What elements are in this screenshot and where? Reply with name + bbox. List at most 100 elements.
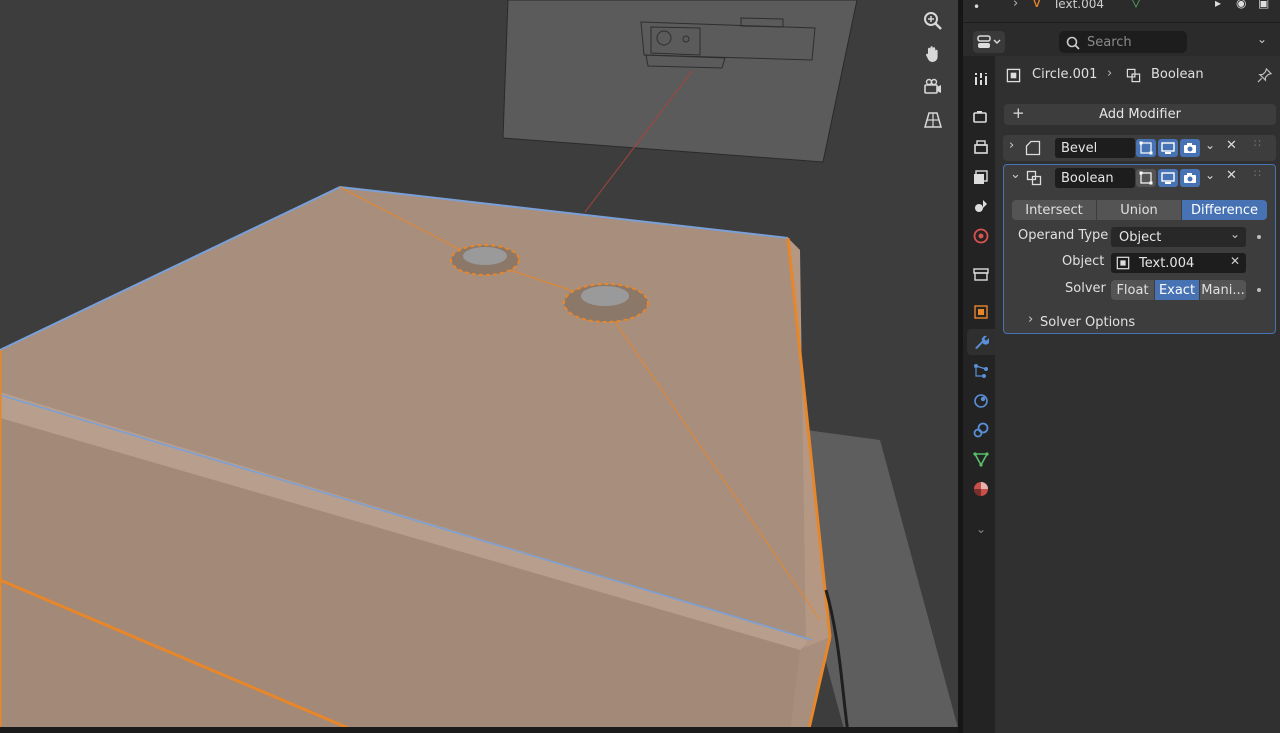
properties-editor-icon (977, 35, 1001, 48)
bullet-icon: • (973, 0, 981, 14)
solver-options-subpanel[interactable]: Solver Options (1040, 315, 1135, 330)
perspective-grid-icon[interactable] (917, 105, 949, 135)
properties-editor: • › V Text.004 ▽ ▸ ◉ ▣ Search ⌄ ⌄ Circle… (963, 0, 1280, 733)
operand-type-dropdown[interactable]: Object ⌄ (1111, 227, 1246, 247)
viewport-display-toggle[interactable] (1158, 139, 1178, 157)
outliner-item-label[interactable]: Text.004 (1053, 0, 1104, 11)
modifier-name-field[interactable]: Bevel (1055, 138, 1135, 158)
view-layer-tab[interactable] (967, 164, 995, 190)
tool-tab[interactable] (967, 66, 995, 92)
modifier-panel-bevel: › Bevel ⌄ ✕ ∷ (1003, 135, 1276, 161)
solver-float[interactable]: Float (1111, 280, 1154, 300)
bevel-modifier-icon (1025, 140, 1041, 156)
zoom-icon[interactable] (917, 6, 949, 36)
boolean-name: Boolean (1061, 170, 1114, 186)
expand-arrow-icon[interactable]: › (1028, 312, 1033, 327)
solver-option-label: Exact (1158, 282, 1196, 298)
edit-mode-toggle[interactable] (1136, 139, 1156, 157)
keyframe-dot-icon[interactable] (1257, 235, 1261, 239)
outliner-row[interactable]: • › V Text.004 ▽ ▸ ◉ ▣ (963, 0, 1280, 23)
world-icon (973, 228, 989, 244)
data-tab[interactable] (967, 446, 995, 472)
edit-mode-icon (1139, 141, 1153, 155)
pan-hand-icon[interactable] (917, 39, 949, 69)
pin-icon[interactable] (1257, 68, 1272, 83)
drag-handle-icon[interactable]: ∷ (1254, 137, 1261, 150)
breadcrumb-object: Circle.001 (1032, 67, 1098, 82)
operation-label: Union (1120, 202, 1158, 218)
edit-mode-icon (1139, 171, 1153, 185)
circle-object-1 (450, 244, 520, 276)
scene-tab[interactable] (967, 193, 995, 219)
add-modifier-button[interactable]: + Add Modifier (1004, 104, 1276, 125)
particles-tab[interactable] (967, 358, 995, 384)
render-toggle[interactable] (1180, 139, 1200, 157)
object-field[interactable]: Text.004 ✕ (1111, 253, 1246, 273)
collapse-arrow-icon[interactable]: ⌄ (1010, 167, 1021, 182)
render-tab[interactable] (967, 104, 995, 130)
drag-handle-icon[interactable]: ∷ (1254, 167, 1261, 180)
clear-icon[interactable]: ✕ (1230, 254, 1240, 268)
background-plane (502, 0, 858, 163)
chevron-down-icon[interactable]: ⌄ (1205, 138, 1215, 152)
solver-manifold[interactable]: Mani... (1200, 280, 1246, 300)
add-modifier-label: Add Modifier (1099, 107, 1181, 122)
scene-icon (975, 200, 987, 212)
physics-icon (974, 394, 988, 408)
world-tab[interactable] (967, 223, 995, 249)
render-camera-icon[interactable]: ▣ (1258, 0, 1269, 10)
camera-view-icon[interactable] (917, 72, 949, 102)
operation-difference[interactable]: Difference (1182, 200, 1267, 220)
chevron-down-icon: ⌄ (975, 522, 987, 536)
chevron-down-icon[interactable]: ⌄ (1257, 32, 1267, 46)
material-tab[interactable] (967, 476, 995, 502)
boolean-modifier-icon (1126, 68, 1141, 83)
edit-mode-toggle[interactable] (1136, 169, 1156, 187)
viewport-display-toggle[interactable] (1158, 169, 1178, 187)
3d-viewport[interactable] (0, 0, 958, 733)
object-icon (1006, 68, 1021, 83)
modifier-tab[interactable] (967, 329, 995, 355)
operand-type-label: Operand Type (1018, 228, 1109, 243)
output-icon (974, 140, 988, 154)
camera-icon (1184, 173, 1196, 183)
keyframe-dot-icon[interactable] (1257, 288, 1261, 292)
physics-tab[interactable] (967, 388, 995, 414)
tool-icon (975, 73, 987, 85)
editor-type-menu[interactable] (973, 31, 1005, 53)
render-icon (973, 111, 987, 123)
expand-arrow-icon[interactable]: › (1009, 138, 1014, 153)
expand-arrow-icon[interactable]: › (1013, 0, 1018, 11)
chevron-down-icon[interactable]: ⌄ (1205, 168, 1215, 182)
solver-option-label: Float (1116, 282, 1149, 298)
object-icon (1116, 256, 1130, 270)
modifier-name-field[interactable]: Boolean (1055, 168, 1135, 188)
output-tab[interactable] (967, 134, 995, 160)
wrench-icon (975, 335, 989, 349)
collection-icon (973, 268, 989, 281)
selectable-icon[interactable]: ▸ (1215, 0, 1221, 10)
close-icon[interactable]: ✕ (1226, 168, 1237, 183)
eye-icon[interactable]: ◉ (1236, 0, 1246, 10)
collection-tab[interactable] (967, 261, 995, 287)
object-tab[interactable] (967, 299, 995, 325)
properties-tabs: ⌄ (963, 56, 995, 733)
plus-icon: + (1012, 104, 1025, 122)
search-placeholder: Search (1087, 34, 1132, 50)
monitor-icon (1161, 172, 1175, 184)
render-toggle[interactable] (1180, 169, 1200, 187)
object-icon (974, 305, 988, 319)
close-icon[interactable]: ✕ (1226, 138, 1237, 153)
constraints-tab[interactable] (967, 417, 995, 443)
mesh-data-icon (973, 452, 989, 467)
solver-exact[interactable]: Exact (1155, 280, 1199, 300)
operation-intersect[interactable]: Intersect (1012, 200, 1096, 220)
text-object-icon: V (1032, 0, 1042, 11)
operation-union[interactable]: Union (1097, 200, 1181, 220)
breadcrumb-modifier: Boolean (1151, 67, 1204, 82)
properties-header: Search ⌄ (963, 28, 1280, 56)
more-tabs[interactable]: ⌄ (967, 516, 995, 542)
operation-label: Difference (1190, 202, 1259, 218)
search-icon (1066, 36, 1080, 50)
operand-type-value: Object (1119, 229, 1162, 245)
